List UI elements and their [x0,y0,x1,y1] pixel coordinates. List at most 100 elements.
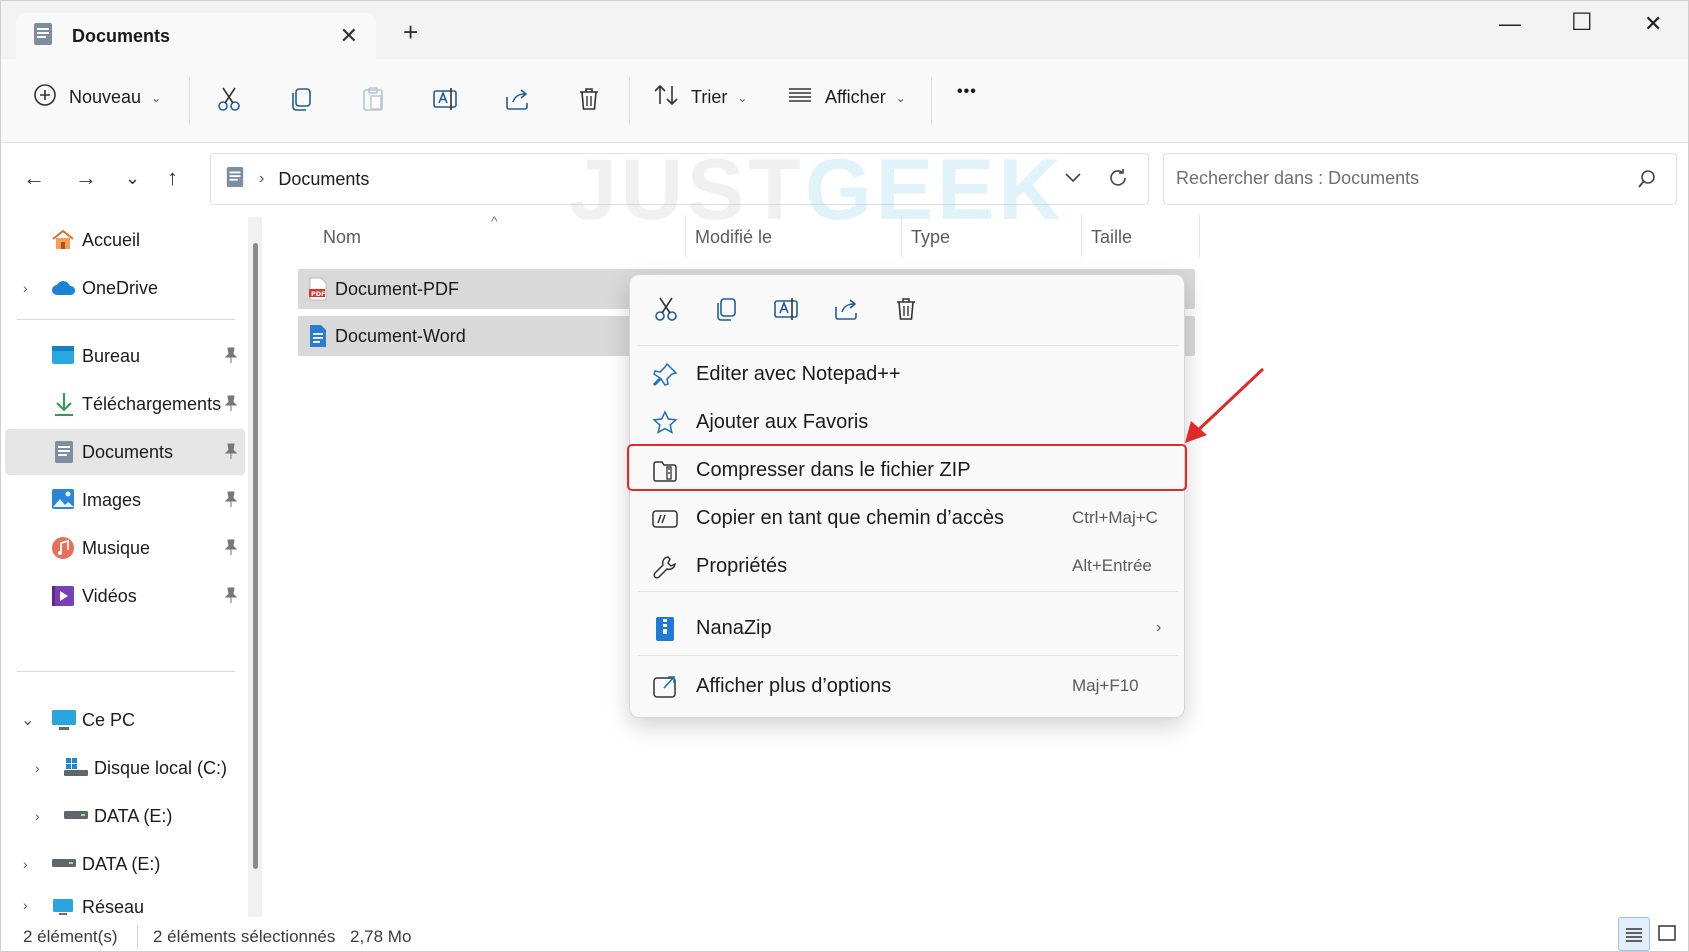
share-icon[interactable] [832,295,860,323]
chevron-down-icon: ⌄ [895,90,906,105]
menu-item-more-options[interactable]: Afficher plus d’options Maj+F10 [636,663,1180,709]
copy-path-icon [652,506,678,532]
tab-documents[interactable]: Documents ✕ [16,13,376,59]
column-header-modified[interactable]: Modifié le [695,227,772,248]
title-bar: Documents ✕ + — ☐ ✕ [1,1,1688,59]
sidebar-divider [17,671,235,672]
pin-icon[interactable] [223,490,239,513]
delete-icon[interactable] [575,85,603,113]
sidebar-item-label: Ce PC [82,709,136,730]
command-bar: Nouveau ⌄ Trier ⌄ Afficher ⌄ ••• [1,59,1688,143]
chevron-right-icon[interactable]: › [23,897,28,913]
delete-icon[interactable] [892,295,920,323]
rename-icon[interactable] [431,85,459,113]
sidebar-item-label: DATA (E:) [82,853,161,874]
pin-icon[interactable] [223,394,239,417]
status-divider [137,925,138,949]
chevron-right-icon[interactable]: › [23,856,28,872]
copy-icon[interactable] [287,85,315,113]
drive-icon [63,807,88,831]
column-header-size[interactable]: Taille [1091,227,1132,248]
address-bar[interactable]: › Documents [210,153,1149,205]
tab-close-icon[interactable]: ✕ [340,23,358,49]
pin-icon[interactable] [223,538,239,561]
copy-icon[interactable] [712,295,740,323]
chevron-down-icon[interactable]: ⌄ [21,710,34,730]
rename-icon[interactable] [772,295,800,323]
sidebar-item-desktop[interactable]: Bureau [5,333,245,379]
sidebar-item-pictures[interactable]: Images [5,477,245,523]
search-input[interactable] [1176,168,1596,189]
column-divider[interactable] [901,215,902,257]
sidebar-item-network[interactable]: › Réseau [5,889,245,915]
cut-icon[interactable] [652,295,680,323]
sidebar-item-home[interactable]: Accueil [5,217,245,263]
menu-item-shortcut: Ctrl+Maj+C [1072,508,1158,527]
sidebar-item-documents[interactable]: Documents [5,429,245,475]
pin-icon[interactable] [223,442,239,465]
chevron-down-icon: ⌄ [151,90,162,105]
forward-arrow-icon[interactable]: → [75,165,97,191]
sort-ascending-icon: ^ [491,213,498,229]
menu-item-add-favorites[interactable]: Ajouter aux Favoris [636,399,1180,445]
more-options-button[interactable]: ••• [957,83,977,101]
menu-divider [638,345,1178,346]
view-button[interactable]: Afficher ⌄ [787,83,906,112]
column-divider[interactable] [1081,215,1082,257]
share-icon[interactable] [503,85,531,113]
minimize-button[interactable]: — [1499,11,1521,37]
sidebar-item-data-drive[interactable]: › DATA (E:) [5,793,245,839]
breadcrumb-separator: › [259,170,265,187]
back-arrow-icon[interactable]: ← [23,165,45,191]
search-box[interactable] [1163,153,1677,205]
menu-item-nanazip[interactable]: NanaZip › [636,605,1180,651]
onedrive-cloud-icon [51,277,76,301]
sidebar-item-data-drive[interactable]: › DATA (E:) [5,841,245,887]
tiles-view-button[interactable] [1652,917,1684,951]
menu-item-copy-path[interactable]: Copier en tant que chemin d’accès Ctrl+M… [636,495,1180,541]
chevron-right-icon[interactable]: › [35,760,40,776]
refresh-icon[interactable] [1106,166,1130,195]
menu-item-edit-notepad[interactable]: Editer avec Notepad++ [636,351,1180,397]
chevron-right-icon[interactable]: › [23,280,28,296]
column-header-type[interactable]: Type [911,227,950,248]
sort-button[interactable]: Trier ⌄ [653,83,747,112]
close-window-button[interactable]: ✕ [1644,11,1662,37]
sidebar-item-videos[interactable]: Vidéos [5,573,245,619]
pdf-icon: PDF [308,277,328,306]
menu-item-properties[interactable]: Propriétés Alt+Entrée [636,543,1180,589]
pin-icon[interactable] [223,346,239,369]
up-arrow-icon[interactable]: ↑ [167,165,178,191]
svg-text:PDF: PDF [311,290,326,298]
file-explorer-window: Documents ✕ + — ☐ ✕ Nouveau ⌄ Trier ⌄ Af… [0,0,1689,952]
chevron-right-icon[interactable]: › [35,808,40,824]
breadcrumb-documents[interactable]: Documents [278,169,369,190]
sidebar-item-onedrive[interactable]: › OneDrive [5,265,245,311]
maximize-button[interactable]: ☐ [1571,8,1593,37]
chevron-right-icon: › [1156,619,1162,636]
recent-dropdown-icon[interactable]: ⌄ [125,168,140,189]
search-icon[interactable] [1636,168,1658,195]
menu-item-label: Copier en tant que chemin d’accès [696,506,1004,529]
pin-icon[interactable] [223,586,239,609]
sidebar-item-music[interactable]: Musique [5,525,245,571]
chevron-down-icon: ⌄ [737,90,748,105]
sidebar-item-local-disk[interactable]: › Disque local (C:) [5,745,245,791]
menu-item-label: NanaZip [696,616,772,639]
wrench-icon [652,554,678,580]
details-view-button[interactable] [1618,917,1650,951]
sidebar-item-label: Réseau [82,897,145,915]
column-divider[interactable] [1199,215,1200,257]
sidebar-item-this-pc[interactable]: ⌄ Ce PC [5,697,245,743]
column-header-name[interactable]: Nom [323,227,361,248]
paste-icon[interactable] [359,85,387,113]
column-divider[interactable] [685,215,686,257]
sidebar-scroll-thumb[interactable] [253,243,258,869]
cut-icon[interactable] [215,85,243,113]
new-button[interactable]: Nouveau ⌄ [33,83,161,112]
sidebar-item-downloads[interactable]: Téléchargements [5,381,245,427]
tab-title: Documents [72,25,171,46]
chevron-down-icon[interactable] [1062,166,1084,193]
toolbar-divider [931,77,932,125]
new-tab-button[interactable]: + [403,19,418,45]
